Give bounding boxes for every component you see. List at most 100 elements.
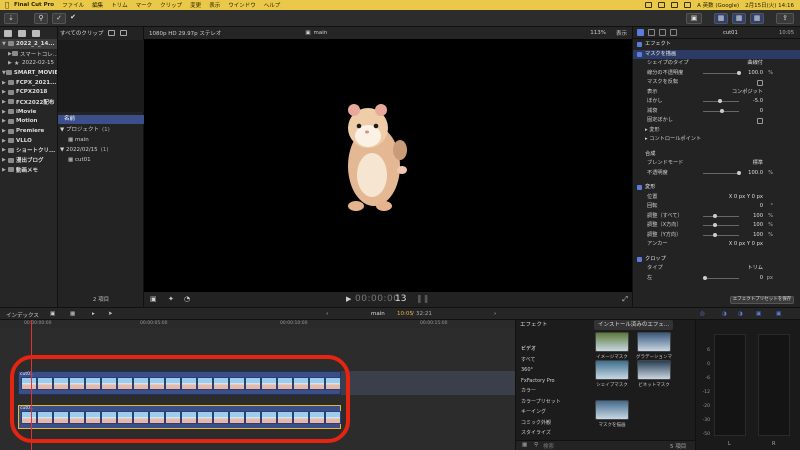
transform-icon[interactable]: ▣ — [150, 295, 157, 303]
effect-item[interactable]: イメージマスク — [592, 332, 632, 360]
param-value[interactable]: トリム — [747, 264, 763, 274]
library-item[interactable]: ▶ Motion — [0, 117, 57, 127]
app-menu[interactable]: Final Cut Pro — [14, 2, 54, 8]
library-item[interactable]: ▼ 2022_2_14... — [0, 39, 57, 49]
enable-checkbox[interactable] — [637, 42, 642, 47]
play-icon[interactable]: ▶ — [346, 295, 351, 303]
param-value[interactable]: コンポジット — [732, 88, 763, 98]
param-value[interactable]: 100 — [753, 231, 763, 241]
effects-search-input[interactable]: 検索 — [543, 442, 554, 450]
color-inspector-icon[interactable] — [648, 29, 655, 36]
library-item[interactable]: ▶ ショートクリ... — [0, 146, 57, 156]
check-icon[interactable]: ✔ — [66, 13, 80, 24]
effect-category[interactable]: コミック外観 — [521, 418, 581, 429]
project-name[interactable]: main — [371, 311, 385, 317]
browser-row[interactable]: ▼ 2022/02/15 (1) — [58, 145, 144, 155]
speed-icon[interactable]: ◔ — [184, 295, 190, 303]
snapping-icon[interactable]: ◑ — [722, 311, 727, 317]
name-column-header[interactable]: 名前 — [58, 115, 144, 124]
slider-knob[interactable] — [703, 275, 707, 280]
param-slider[interactable] — [703, 99, 739, 103]
apple-icon[interactable]:  — [0, 1, 14, 9]
audio-inspector-icon[interactable] — [659, 29, 666, 36]
effect-category[interactable]: 360° — [521, 365, 581, 376]
skimming-icon[interactable]: ◑ — [738, 311, 743, 317]
filmstrip-icon[interactable] — [108, 30, 116, 36]
effect-item[interactable]: シェイプマスク — [592, 360, 632, 388]
param-slider[interactable] — [703, 108, 739, 113]
wifi-icon[interactable] — [671, 2, 679, 8]
menu-clip[interactable]: クリップ — [160, 1, 182, 9]
param-checkbox[interactable] — [757, 80, 763, 86]
import-icon[interactable]: ⇣ — [4, 13, 18, 24]
menu-help[interactable]: ヘルプ — [264, 1, 281, 9]
browser-row[interactable]: ▼ プロジェクト (1) — [58, 125, 144, 135]
param-slider[interactable] — [703, 170, 741, 175]
input-method[interactable]: A 英数 (Google) — [697, 1, 739, 9]
index-button[interactable]: インデックス — [6, 311, 39, 319]
param-slider[interactable] — [703, 232, 739, 237]
info-inspector-icon[interactable] — [670, 29, 677, 36]
param-value[interactable]: 曲線付 — [747, 59, 763, 69]
select-tool-icon[interactable]: ➤ — [108, 311, 113, 317]
library-item[interactable]: ▶ FCX2022配布 — [0, 97, 57, 107]
slider-knob[interactable] — [737, 70, 741, 75]
trim-tools-icon[interactable]: ▦ — [70, 311, 75, 317]
menu-file[interactable]: ファイル — [62, 1, 84, 9]
back-icon[interactable]: ‹ — [326, 311, 328, 317]
browser-row[interactable]: ▦ cut01 — [58, 155, 144, 165]
enable-checkbox[interactable] — [637, 256, 642, 262]
effect-category[interactable]: ビデオ — [521, 344, 581, 355]
edit-tools-icon[interactable]: ▸ — [92, 311, 95, 317]
library-item[interactable]: ▶ FCPX_2021... — [0, 78, 57, 88]
transitions-browser-icon[interactable]: ▣ — [776, 311, 781, 317]
enhance-icon[interactable]: ✦ — [168, 295, 174, 303]
library-item[interactable]: ▶ 漫出ブログ — [0, 155, 57, 165]
library-item[interactable]: ▶ Premiere — [0, 126, 57, 136]
param-value[interactable]: X 0 px Y 0 px — [729, 240, 763, 250]
save-preset-button[interactable]: エフェクトプリセットを保存 — [730, 296, 794, 304]
slider-knob[interactable] — [720, 108, 724, 113]
forward-icon[interactable]: › — [494, 311, 496, 317]
keywords-icon[interactable]: ⚲ — [34, 13, 48, 24]
menu-edit[interactable]: 編集 — [92, 1, 103, 9]
list-view-icon[interactable] — [120, 30, 128, 36]
param-slider[interactable] — [703, 275, 739, 280]
status-icon[interactable] — [645, 2, 653, 8]
library-item[interactable]: ▶ iMovie — [0, 107, 57, 117]
timeline-ruler[interactable]: 00:00:00:00 00:00:05:00 00:00:10:00 00:0… — [0, 320, 515, 328]
effect-item[interactable]: マスクを描画 — [592, 400, 632, 428]
param-value[interactable]: 100.0 — [748, 69, 763, 79]
timeline-toggle-icon[interactable]: ▦ — [732, 13, 746, 24]
slider-knob[interactable] — [713, 213, 718, 218]
param-slider[interactable] — [703, 223, 739, 227]
param-value[interactable]: 標準 — [753, 159, 763, 169]
effect-item[interactable]: ビネットマスク — [634, 360, 674, 388]
inspector-toggle-icon[interactable]: ▦ — [750, 13, 764, 24]
video-inspector-icon[interactable] — [637, 29, 644, 36]
search-icon[interactable] — [684, 2, 692, 8]
battery-icon[interactable] — [658, 2, 666, 8]
share-icon[interactable]: ▣ — [686, 13, 702, 24]
view-menu[interactable]: 表示 — [616, 29, 627, 37]
library-item[interactable]: ▼ SMART_MOVIE — [0, 68, 57, 78]
menu-view[interactable]: 表示 — [209, 1, 220, 9]
param-value[interactable]: 0 — [760, 274, 763, 284]
slider-knob[interactable] — [718, 99, 723, 103]
zoom-level[interactable]: 113% — [590, 30, 606, 36]
menu-modify[interactable]: 変更 — [190, 1, 201, 9]
effect-category[interactable]: スタイライズ — [521, 428, 581, 439]
view-toggle-icon[interactable]: ▦ — [522, 442, 527, 448]
menu-mark[interactable]: マーク — [136, 1, 153, 9]
library-item[interactable]: ▶ スマートコレ... — [0, 49, 57, 59]
param-value[interactable]: 0 — [760, 107, 763, 117]
slider-knob[interactable] — [713, 223, 718, 227]
clip-filter[interactable]: すべてのクリップ — [60, 29, 103, 37]
effects-scope-dropdown[interactable]: インストール済みのエフェ... — [594, 320, 674, 330]
param-value[interactable]: -5.0 — [753, 97, 763, 107]
param-checkbox[interactable] — [757, 118, 763, 124]
titles-icon[interactable] — [32, 29, 40, 37]
effect-category[interactable]: カラー — [521, 386, 581, 397]
libraries-icon[interactable] — [4, 29, 12, 37]
share-export-icon[interactable]: ⇪ — [776, 13, 794, 24]
